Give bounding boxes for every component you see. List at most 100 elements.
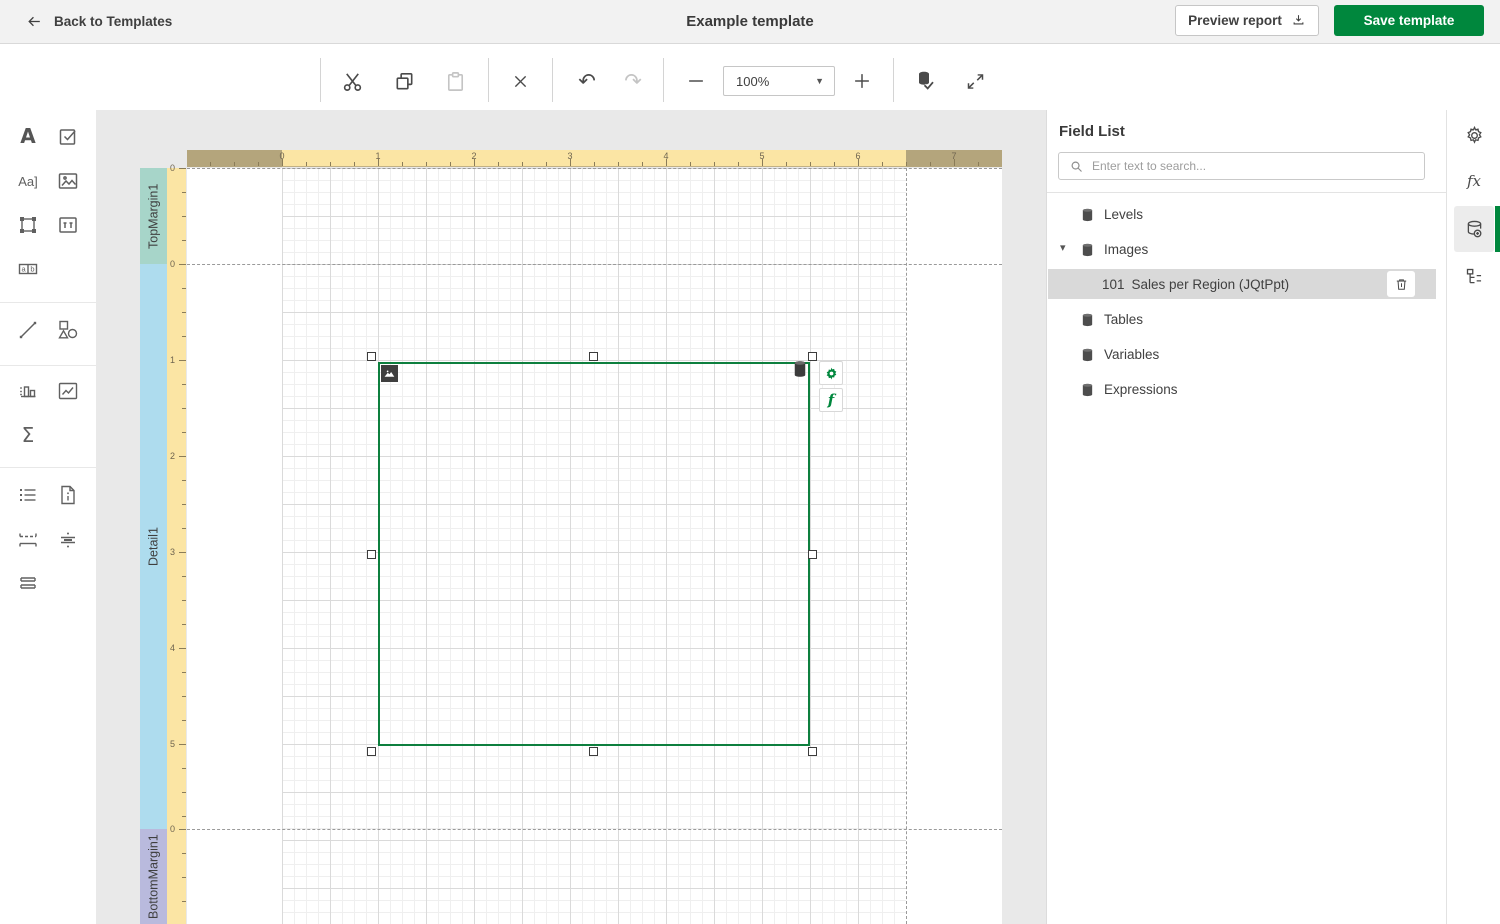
- data-source-icon: [793, 360, 807, 378]
- search-icon: [1069, 159, 1084, 174]
- preview-report-button[interactable]: Preview report: [1175, 5, 1319, 36]
- redo-button[interactable]: ↷: [614, 62, 652, 100]
- tree-item-selected-image-field[interactable]: 101 Sales per Region (JQtPpt): [1048, 269, 1436, 299]
- svg-text:a: a: [22, 265, 27, 274]
- ruler-tick: [234, 162, 235, 166]
- list-tool-button[interactable]: [13, 480, 43, 510]
- frame-tool-button[interactable]: [13, 210, 43, 240]
- ruler-tick: [786, 162, 787, 166]
- band-boundary-detail-bottommargin: [187, 829, 1002, 830]
- tree-item-levels[interactable]: Levels: [1047, 198, 1447, 231]
- ruler-tick: [426, 162, 427, 166]
- structure-rail-button[interactable]: [1461, 263, 1487, 289]
- resize-handle-sw[interactable]: [367, 747, 376, 756]
- fullscreen-button[interactable]: [956, 62, 994, 100]
- object-formula-button[interactable]: f: [819, 388, 843, 412]
- image-placeholder-icon: [381, 365, 398, 382]
- svg-text:b: b: [30, 265, 34, 274]
- resize-handle-nw[interactable]: [367, 352, 376, 361]
- tree-item-images[interactable]: ▾ Images: [1047, 233, 1447, 266]
- ruler-tick: [182, 720, 186, 721]
- ruler-tick: [182, 901, 186, 902]
- ruler-tick: [182, 600, 186, 601]
- resize-handle-se[interactable]: [808, 747, 817, 756]
- validate-data-button[interactable]: [906, 62, 944, 100]
- tree-item-label: Sales per Region (JQtPpt): [1132, 277, 1290, 292]
- resize-handle-w[interactable]: [367, 550, 376, 559]
- field-list-panel: Field List Levels ▾ Images 101 Sales per…: [1046, 110, 1446, 924]
- save-template-button[interactable]: Save template: [1334, 5, 1484, 36]
- gear-icon: [824, 366, 839, 381]
- ruler-tick: [182, 336, 186, 337]
- shapes-tool-button[interactable]: [53, 315, 83, 345]
- bands-tool-button[interactable]: [13, 568, 43, 598]
- delete-button[interactable]: [501, 62, 539, 100]
- ruler-tick: [179, 264, 186, 265]
- tree-item-tables[interactable]: Tables: [1047, 303, 1447, 336]
- resize-handle-ne[interactable]: [808, 352, 817, 361]
- ruler-tick: [882, 162, 883, 166]
- ruler-tick: [182, 384, 186, 385]
- checkbox-tool-button[interactable]: [53, 121, 83, 151]
- ruler-tick: [182, 816, 186, 817]
- ruler-tick: [179, 744, 186, 745]
- field-tool-button[interactable]: ab: [13, 254, 43, 284]
- object-settings-button[interactable]: [819, 361, 843, 385]
- design-canvas[interactable]: 01234567 00123450 TopMargin1Detail1Botto…: [96, 110, 1046, 924]
- toolbar-divider: [663, 58, 664, 102]
- settings-rail-button[interactable]: [1461, 122, 1487, 148]
- zoom-level-select[interactable]: 100% ▼: [723, 66, 835, 96]
- tree-item-variables[interactable]: Variables: [1047, 338, 1447, 371]
- ruler-number: 0: [170, 259, 175, 269]
- formula-tool-button[interactable]: Σ: [13, 420, 43, 450]
- tree-item-expressions[interactable]: Expressions: [1047, 373, 1447, 406]
- field-list-rail-button[interactable]: [1454, 206, 1494, 252]
- band-header-Detail1[interactable]: Detail1: [140, 264, 167, 829]
- ruler-tick: [522, 162, 523, 166]
- ruler-tick: [182, 240, 186, 241]
- functions-rail-button[interactable]: fx: [1461, 168, 1487, 194]
- toolbar-divider: [552, 58, 553, 102]
- text-tool-button[interactable]: A: [13, 121, 43, 151]
- selected-image-frame[interactable]: [378, 362, 810, 746]
- chevron-down-icon: ▼: [815, 76, 834, 86]
- ruler-tick: [954, 159, 955, 166]
- copy-button[interactable]: [385, 62, 423, 100]
- resize-handle-n[interactable]: [589, 352, 598, 361]
- ruler-number: 3: [170, 547, 175, 557]
- resize-handle-e[interactable]: [808, 550, 817, 559]
- zoom-out-button[interactable]: [677, 62, 715, 100]
- database-icon: [1081, 383, 1094, 397]
- ruler-tick: [182, 312, 186, 313]
- ruler-tick: [182, 672, 186, 673]
- delete-field-button[interactable]: [1387, 271, 1415, 297]
- tree-item-label: Expressions: [1104, 382, 1178, 397]
- textfield-tool-button[interactable]: Aa]: [13, 166, 43, 196]
- page-break-tool-button[interactable]: [13, 525, 43, 555]
- zoom-in-button[interactable]: [843, 62, 881, 100]
- resize-handle-s[interactable]: [589, 747, 598, 756]
- line-tool-button[interactable]: [13, 315, 43, 345]
- caret-down-icon[interactable]: ▾: [1060, 241, 1066, 254]
- cut-button[interactable]: [333, 62, 371, 100]
- ruler-tick: [642, 162, 643, 166]
- save-template-label: Save template: [1364, 13, 1455, 28]
- horizontal-ruler: 01234567: [187, 150, 1002, 167]
- band-header-TopMargin1[interactable]: TopMargin1: [140, 168, 167, 264]
- ruler-tick: [182, 504, 186, 505]
- ruler-tick: [182, 192, 186, 193]
- ruler-tick: [182, 624, 186, 625]
- search-input[interactable]: [1092, 159, 1414, 173]
- band-header-BottomMargin1[interactable]: BottomMargin1: [140, 829, 167, 924]
- bar-chart-tool-button[interactable]: [13, 376, 43, 406]
- table-tool-button[interactable]: [53, 210, 83, 240]
- ruler-tick: [858, 159, 859, 166]
- fx-icon: fx: [1467, 172, 1481, 190]
- image-tool-button[interactable]: [53, 166, 83, 196]
- ruler-tick: [282, 159, 283, 166]
- page-info-tool-button[interactable]: [53, 480, 83, 510]
- undo-button[interactable]: ↶: [568, 62, 606, 100]
- center-band-tool-button[interactable]: [53, 525, 83, 555]
- paste-button[interactable]: [436, 62, 474, 100]
- line-chart-tool-button[interactable]: [53, 376, 83, 406]
